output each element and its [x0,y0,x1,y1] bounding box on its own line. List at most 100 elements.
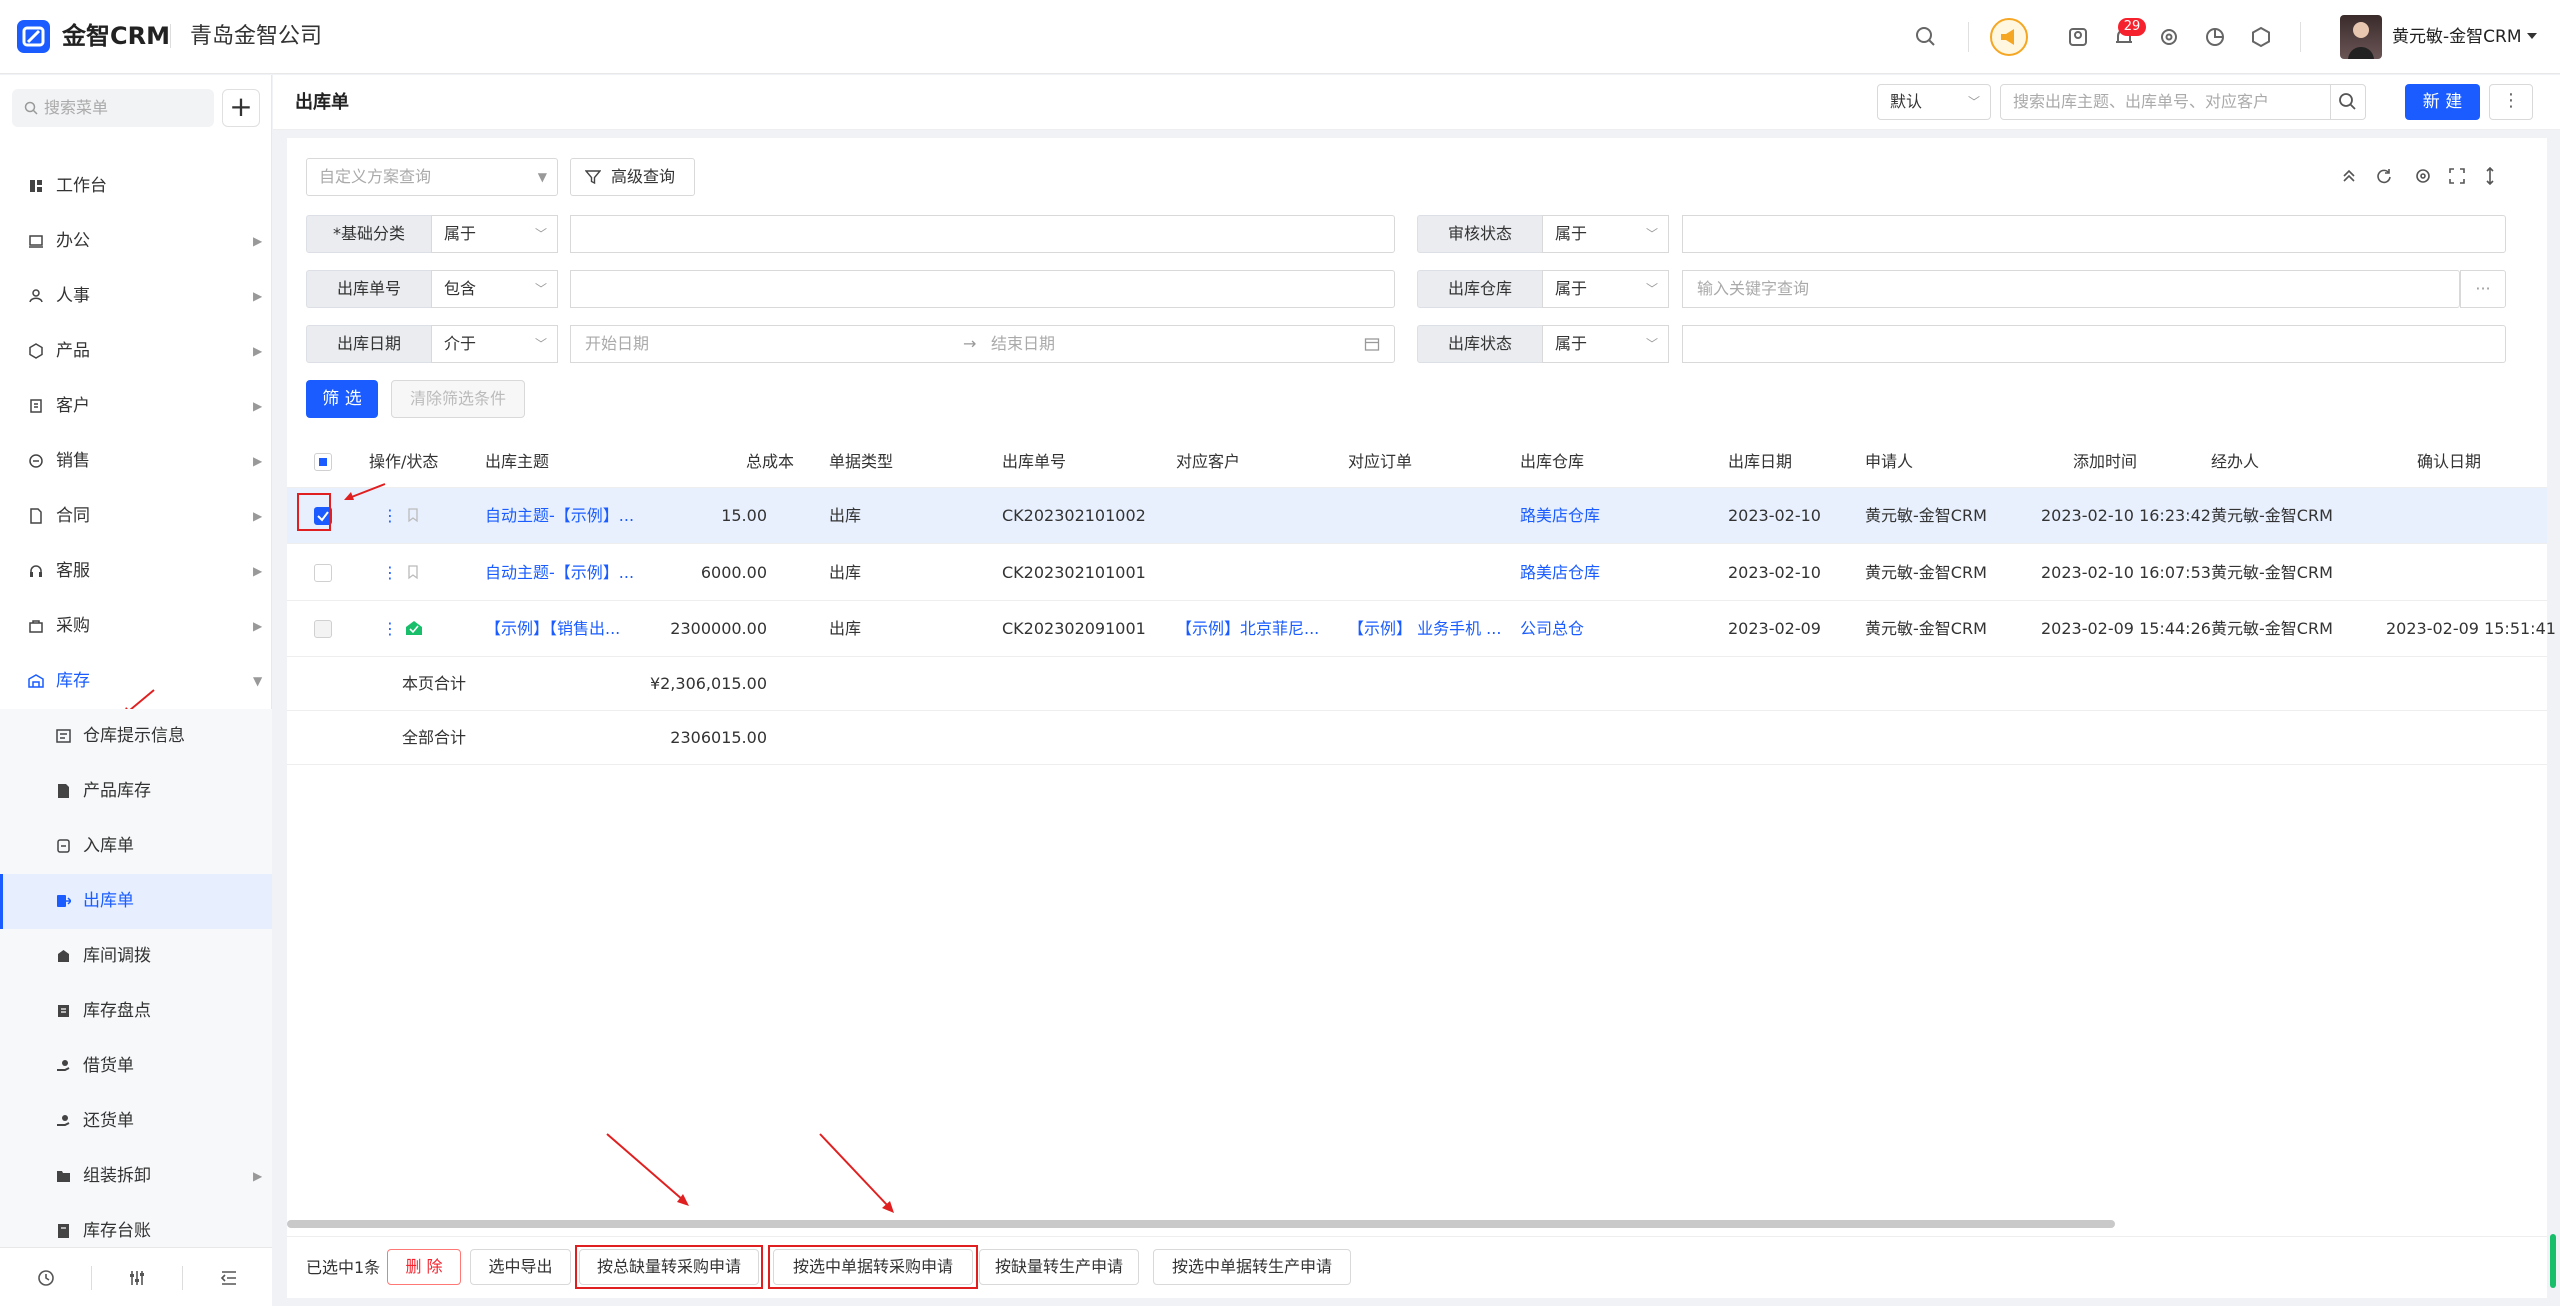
settings-icon[interactable] [2413,166,2433,186]
cell-subject[interactable]: 自动主题-【示例】... [485,488,634,544]
clear-filter-button[interactable]: 清除筛选条件 [391,380,525,418]
contacts-icon[interactable] [2064,23,2092,51]
filter-value-category[interactable] [570,215,1395,253]
cell-subject[interactable]: 【示例】【销售出... [485,601,620,657]
filter-operator[interactable]: 属于 ﹀ [1542,270,1669,308]
filter-value-audit-status[interactable] [1682,215,2506,253]
column-header[interactable]: 总成本 [746,436,794,488]
column-header[interactable]: 出库日期 [1728,436,1792,488]
fullscreen-icon[interactable] [2447,166,2467,186]
sidebar-item-contract[interactable]: 合同 ▶ [0,489,272,544]
column-header[interactable]: 添加时间 [2073,436,2137,488]
add-button[interactable]: + [222,89,260,127]
row-actions-icon[interactable]: ⋮ [382,545,398,601]
collapse-up-icon[interactable] [2339,166,2359,186]
scheme-select[interactable]: 自定义方案查询 ▼ [306,158,558,196]
sidebar-subitem-warehouse-info[interactable]: 仓库提示信息 [0,709,272,764]
people-icon [28,288,44,304]
filter-value-out-status[interactable] [1682,325,2506,363]
export-selected-button[interactable]: 选中导出 [470,1249,571,1285]
sidebar-subitem-product-stock[interactable]: 产品库存 [0,764,272,819]
refresh-icon[interactable] [2374,166,2394,186]
sidebar-subitem-assembly[interactable]: 组装拆卸 ▶ [0,1149,272,1204]
column-header[interactable]: 申请人 [1865,436,1913,488]
sidebar-subitem-inbound[interactable]: 入库单 [0,819,272,874]
gear-icon[interactable] [2155,23,2183,51]
delete-button[interactable]: 删 除 [387,1249,461,1285]
column-header[interactable]: 单据类型 [829,436,893,488]
view-select[interactable]: 默认 ﹀ [1877,84,1991,120]
cell-customer[interactable]: 【示例】北京菲尼... [1176,601,1319,657]
filter-operator[interactable]: 包含 ﹀ [431,270,558,308]
sidebar-item-office[interactable]: 办公 ▶ [0,214,272,269]
row-height-icon[interactable] [2480,166,2500,186]
page-search-input[interactable]: 搜索出库主题、出库单号、对应客户 [2000,84,2331,120]
search-icon[interactable] [1912,23,1940,51]
filter-button[interactable]: 筛 选 [306,380,378,418]
cell-subject[interactable]: 自动主题-【示例】... [485,545,634,601]
announcement-icon[interactable] [1989,17,2029,57]
selected-to-production-button[interactable]: 按选中单据转生产申请 [1153,1249,1351,1285]
filter-operator[interactable]: 属于 ﹀ [1542,215,1669,253]
column-header[interactable]: 确认日期 [2417,436,2481,488]
filter-value-number[interactable] [570,270,1395,308]
sidebar-subitem-inventory-check[interactable]: 库存盘点 [0,984,272,1039]
cell-warehouse[interactable]: 公司总仓 [1520,601,1584,657]
search-button[interactable] [2330,84,2366,120]
sidebar-subitem-transfer[interactable]: 库间调拨 [0,929,272,984]
sidebar-item-workbench[interactable]: 工作台 [0,159,272,214]
column-header[interactable]: 对应客户 [1176,436,1240,488]
vertical-scrollbar[interactable] [2550,1234,2556,1288]
column-header[interactable]: 出库主题 [485,436,549,488]
cube-icon[interactable] [2247,23,2275,51]
collapse-menu-icon[interactable] [219,1268,239,1288]
column-header[interactable]: 对应订单 [1348,436,1412,488]
column-header[interactable]: 操作/状态 [369,436,438,488]
table-row[interactable]: ⋮ 自动主题-【示例】... 15.00 出库 CK202302101002 路… [287,488,2547,544]
select-all-checkbox[interactable] [314,453,332,471]
table-row[interactable]: ⋮ 【示例】【销售出... 2300000.00 出库 CK2023020910… [287,601,2556,657]
user-name[interactable]: 黄元敏-金智CRM [2392,25,2521,49]
menu-search-input[interactable]: 搜索菜单 [12,89,214,127]
date-range-input[interactable]: 开始日期 → 结束日期 [570,325,1395,363]
filter-operator[interactable]: 介于 ﹀ [431,325,558,363]
more-button[interactable]: ⋮ [2489,84,2533,120]
sidebar-item-product[interactable]: 产品 ▶ [0,324,272,379]
column-header[interactable]: 出库单号 [1002,436,1066,488]
sidebar-item-service[interactable]: 客服 ▶ [0,544,272,599]
warehouse-keyword-input[interactable]: 输入关键字查询 [1682,270,2460,308]
sidebar-item-purchase[interactable]: 采购 ▶ [0,599,272,654]
row-actions-icon[interactable]: ⋮ [382,601,398,657]
column-header[interactable]: 经办人 [2211,436,2259,488]
shortage-to-production-button[interactable]: 按缺量转生产申请 [979,1249,1139,1285]
filter-operator[interactable]: 属于 ﹀ [1542,325,1669,363]
pie-chart-icon[interactable] [2201,23,2229,51]
start-date-input[interactable]: 开始日期 [585,334,649,353]
company-name[interactable]: 青岛金智公司 [190,22,322,52]
history-icon[interactable] [36,1268,56,1288]
row-checkbox[interactable] [314,620,332,638]
warehouse-picker-button[interactable]: ··· [2460,270,2506,308]
filter-operator[interactable]: 属于 ﹀ [431,215,558,253]
avatar[interactable] [2340,15,2382,59]
sidebar-subitem-return[interactable]: 还货单 [0,1094,272,1149]
horizontal-scrollbar[interactable] [287,1220,2115,1228]
cell-warehouse[interactable]: 路美店仓库 [1520,488,1600,544]
sidebar-subitem-outbound[interactable]: 出库单 [0,874,272,929]
sidebar-item-sales[interactable]: 销售 ▶ [0,434,272,489]
cell-order[interactable]: 【示例】 业务手机 ... [1348,601,1501,657]
row-checkbox[interactable] [314,564,332,582]
cell-warehouse[interactable]: 路美店仓库 [1520,545,1600,601]
sidebar-subitem-borrow[interactable]: 借货单 [0,1039,272,1094]
table-row[interactable]: ⋮ 自动主题-【示例】... 6000.00 出库 CK202302101001… [287,545,2547,601]
sidebar-item-hr[interactable]: 人事 ▶ [0,269,272,324]
contract-icon [28,508,44,524]
end-date-input[interactable]: 结束日期 [991,326,1055,362]
sidebar-item-customer[interactable]: 客户 ▶ [0,379,272,434]
advanced-query-label: 高级查询 [611,167,676,186]
sliders-icon[interactable] [127,1268,147,1288]
advanced-query-button[interactable]: 高级查询 [570,158,695,196]
caret-down-icon[interactable] [2526,30,2538,42]
new-button[interactable]: 新 建 [2405,84,2480,120]
column-header[interactable]: 出库仓库 [1520,436,1584,488]
